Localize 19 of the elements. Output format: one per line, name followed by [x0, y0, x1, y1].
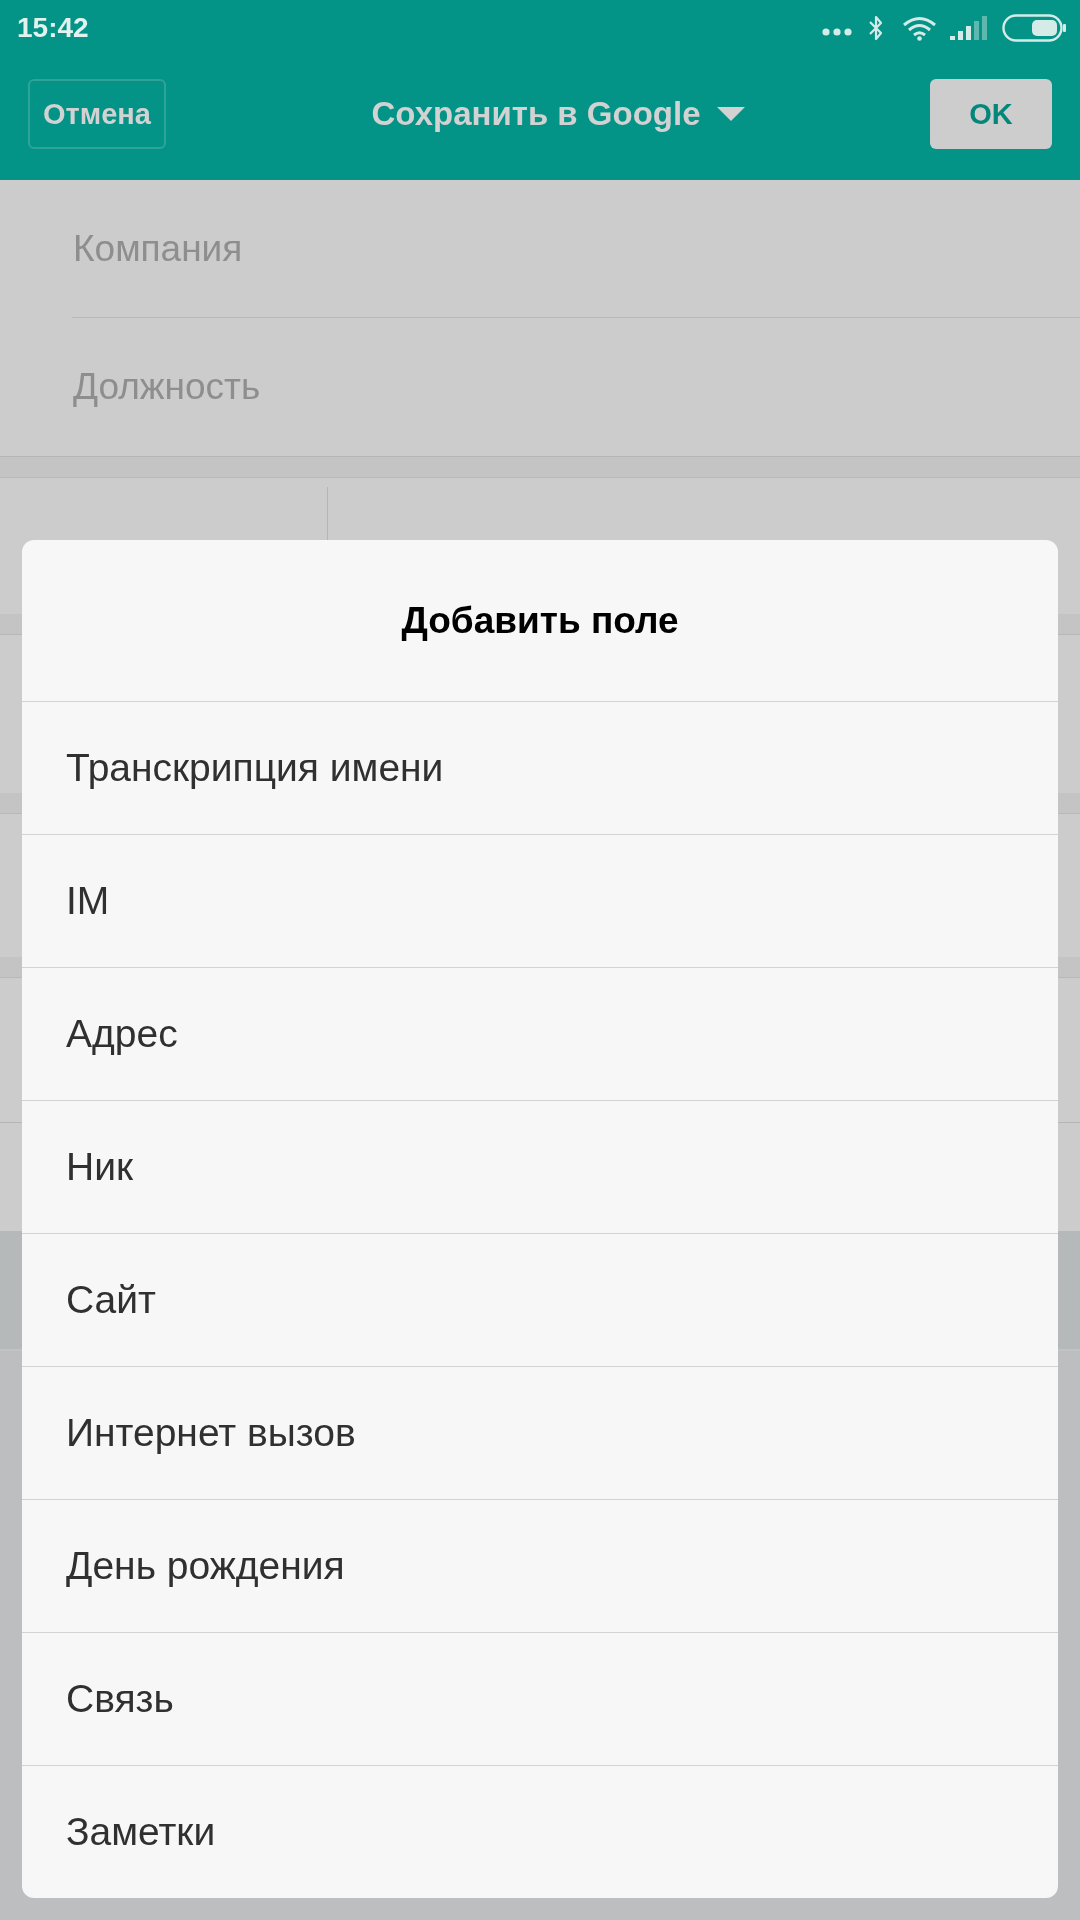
text-field[interactable]: Должность: [0, 318, 1080, 457]
dropdown-caret-icon: [716, 107, 745, 121]
list-item[interactable]: Ник: [22, 1100, 1058, 1233]
signal-icon: [950, 16, 987, 40]
list-item[interactable]: Связь: [22, 1632, 1058, 1765]
more-dots-icon: [822, 28, 852, 36]
text-field[interactable]: Компания: [72, 180, 1080, 318]
bluetooth-icon: [868, 14, 884, 42]
list-item[interactable]: Интернет вызов: [22, 1366, 1058, 1499]
list-item[interactable]: Заметки: [22, 1765, 1058, 1898]
list-item[interactable]: День рождения: [22, 1499, 1058, 1632]
status-time: 15:42: [17, 12, 89, 44]
list-item[interactable]: Адрес: [22, 967, 1058, 1100]
battery-icon: [1002, 14, 1066, 42]
wifi-icon: [902, 15, 937, 41]
list-item[interactable]: Транскрипция имени: [22, 701, 1058, 834]
list-item[interactable]: IM: [22, 834, 1058, 967]
list-item[interactable]: Сайт: [22, 1233, 1058, 1366]
dialog-title: Добавить поле: [400, 598, 680, 643]
